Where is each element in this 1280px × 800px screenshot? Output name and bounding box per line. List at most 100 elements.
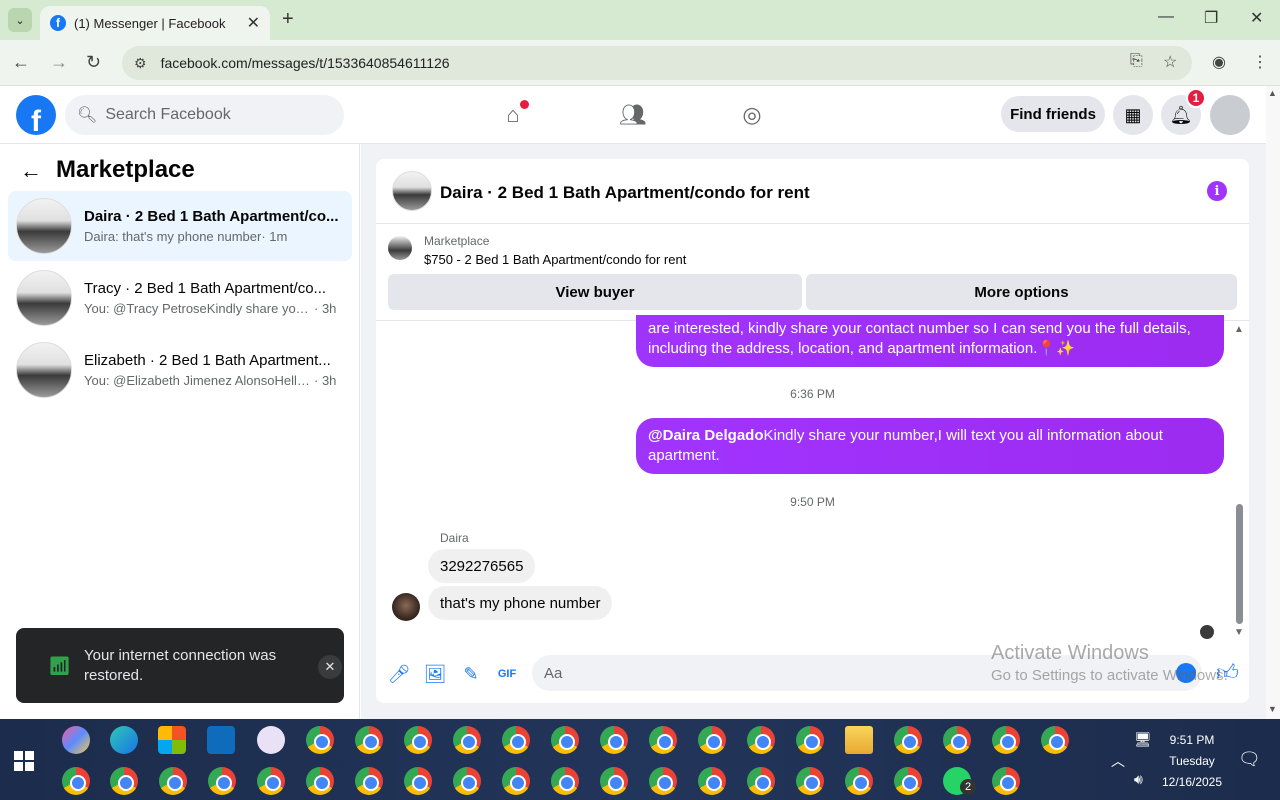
notification-center-icon[interactable]: 🗨︎ xyxy=(1238,749,1261,770)
chrome-icon[interactable] xyxy=(894,726,922,754)
minimize-icon[interactable]: — xyxy=(1158,8,1174,26)
page-scroll-down-icon[interactable]: ▼ xyxy=(1268,704,1277,714)
restore-icon[interactable]: ❐ xyxy=(1204,8,1218,28)
find-friends-button[interactable]: Find friends xyxy=(1001,96,1105,132)
chrome-icon[interactable] xyxy=(208,767,236,795)
conversation-item[interactable]: Elizabeth · 2 Bed 1 Bath Apartment... Yo… xyxy=(8,335,352,405)
chrome-icon[interactable] xyxy=(502,767,530,795)
chrome-icon[interactable] xyxy=(992,726,1020,754)
forward-icon[interactable]: → xyxy=(50,52,68,73)
conversation-item[interactable]: Tracy · 2 Bed 1 Bath Apartment/co... You… xyxy=(8,263,352,333)
chrome-icon[interactable] xyxy=(649,726,677,754)
chrome-icon[interactable] xyxy=(453,767,481,795)
outgoing-message[interactable]: @Daira DelgadoKindly share your number,I… xyxy=(636,418,1224,474)
outgoing-message[interactable]: are interested, kindly share your contac… xyxy=(636,315,1224,367)
install-app-icon[interactable]: ⎘ xyxy=(1130,52,1143,70)
address-bar[interactable]: ⚙ facebook.com/messages/t/15336408546111… xyxy=(122,46,1192,80)
scroll-down-icon[interactable]: ▼ xyxy=(1234,627,1244,638)
chrome-icon[interactable] xyxy=(404,767,432,795)
more-options-button[interactable]: More options xyxy=(806,274,1237,310)
profile-icon[interactable]: ◉ xyxy=(1212,52,1226,72)
chrome-icon[interactable] xyxy=(355,726,383,754)
windows-start-icon[interactable] xyxy=(14,751,34,771)
chrome-icon[interactable] xyxy=(600,726,628,754)
chrome-icon[interactable] xyxy=(698,767,726,795)
sticker-icon[interactable]: ✎ xyxy=(460,663,482,685)
toast-close-icon[interactable]: ✕ xyxy=(318,655,342,679)
back-icon[interactable]: ← xyxy=(12,52,30,73)
chat-scrollbar-thumb[interactable] xyxy=(1236,504,1243,624)
edge-icon[interactable] xyxy=(110,726,138,754)
chrome-icon[interactable] xyxy=(355,767,383,795)
chat-title[interactable]: Daira · 2 Bed 1 Bath Apartment/condo for… xyxy=(440,183,810,203)
gif-icon[interactable]: GIF xyxy=(496,663,518,685)
browser-tab-messenger[interactable]: f (1) Messenger | Facebook ✕ xyxy=(40,6,270,40)
chrome-icon[interactable] xyxy=(796,726,824,754)
groups-icon[interactable]: ◎ xyxy=(737,100,767,130)
chrome-icon[interactable] xyxy=(502,726,530,754)
chrome-icon[interactable] xyxy=(306,726,334,754)
conversation-item[interactable]: Daira · 2 Bed 1 Bath Apartment/co... Dai… xyxy=(8,191,352,261)
chrome-icon[interactable] xyxy=(551,767,579,795)
bookmark-star-icon[interactable]: ☆ xyxy=(1163,52,1177,72)
show-hidden-icons-chevron-icon[interactable]: ︿ xyxy=(1111,751,1125,771)
page-scroll-up-icon[interactable]: ▲ xyxy=(1268,88,1277,98)
search-input[interactable]: 🔍︎ Search Facebook xyxy=(65,95,344,135)
photo-icon[interactable]: 🖼︎ xyxy=(424,663,447,685)
copilot-icon[interactable] xyxy=(62,726,90,754)
chrome-icon[interactable] xyxy=(894,767,922,795)
chrome-icon[interactable] xyxy=(600,767,628,795)
close-tab-icon[interactable]: ✕ xyxy=(247,13,260,33)
chrome-icon[interactable] xyxy=(453,726,481,754)
chrome-icon[interactable] xyxy=(159,767,187,795)
page-scrollbar[interactable]: ▲ ▼ xyxy=(1266,86,1280,719)
sender-avatar[interactable] xyxy=(392,593,420,621)
info-icon[interactable]: i xyxy=(1207,181,1227,201)
chrome-icon[interactable] xyxy=(992,767,1020,795)
chrome-icon[interactable] xyxy=(1041,726,1069,754)
chrome-icon[interactable] xyxy=(845,767,873,795)
outlook-icon[interactable] xyxy=(207,726,235,754)
facebook-logo-icon[interactable]: f xyxy=(16,95,56,135)
listing-price-title[interactable]: $750 - 2 Bed 1 Bath Apartment/condo for … xyxy=(424,252,686,267)
chrome-icon-active[interactable] xyxy=(649,767,677,795)
conversation-preview: You: @Tracy PetroseKindly share your ... xyxy=(84,301,314,316)
close-window-icon[interactable]: ✕ xyxy=(1250,8,1263,28)
chrome-icon[interactable] xyxy=(62,767,90,795)
microphone-icon[interactable]: 🎤︎ xyxy=(388,663,411,685)
scroll-up-icon[interactable]: ▲ xyxy=(1234,324,1244,335)
reload-icon[interactable]: ↻ xyxy=(86,52,101,73)
chrome-icon[interactable] xyxy=(698,726,726,754)
new-tab-icon[interactable]: + xyxy=(282,8,294,31)
menu-grid-icon[interactable]: ▦ xyxy=(1113,95,1153,135)
chrome-icon[interactable] xyxy=(110,767,138,795)
chrome-icon[interactable] xyxy=(747,726,775,754)
chrome-icon[interactable] xyxy=(257,767,285,795)
chat-listing-thumbnail[interactable] xyxy=(392,171,432,211)
back-arrow-icon[interactable]: ← xyxy=(20,158,42,184)
marketplace-listing-bar: Marketplace $750 - 2 Bed 1 Bath Apartmen… xyxy=(376,224,1249,321)
site-settings-icon[interactable]: ⚙ xyxy=(134,55,147,72)
friends-icon[interactable]: 👥︎ xyxy=(618,100,648,130)
store-icon[interactable] xyxy=(158,726,186,754)
connection-restored-toast: 📶︎ Your internet connection was restored… xyxy=(16,628,344,703)
view-buyer-button[interactable]: View buyer xyxy=(388,274,802,310)
chrome-icon[interactable] xyxy=(796,767,824,795)
chrome-icon[interactable] xyxy=(404,726,432,754)
clock-day: Tuesday xyxy=(1169,754,1215,768)
network-icon[interactable]: 🖥︎ xyxy=(1134,731,1152,748)
menu-kebab-icon[interactable]: ⋮ xyxy=(1252,52,1268,72)
incoming-message[interactable]: that's my phone number xyxy=(428,586,613,620)
volume-icon[interactable]: 🔊︎ xyxy=(1134,771,1143,788)
listing-thumbnail xyxy=(16,342,72,398)
incoming-message[interactable]: 3292276565 xyxy=(428,549,536,583)
chrome-icon[interactable] xyxy=(551,726,579,754)
account-avatar[interactable] xyxy=(1210,95,1250,135)
chrome-icon[interactable] xyxy=(306,767,334,795)
file-explorer-icon[interactable] xyxy=(845,726,873,754)
tab-search-dropdown[interactable]: ⌄ xyxy=(8,8,32,32)
chrome-icon[interactable] xyxy=(943,726,971,754)
taskbar-clock[interactable]: 9:51 PM Tuesday 12/16/2025 xyxy=(1160,730,1224,793)
chrome-icon[interactable] xyxy=(747,767,775,795)
snipping-tool-icon[interactable] xyxy=(257,726,285,754)
